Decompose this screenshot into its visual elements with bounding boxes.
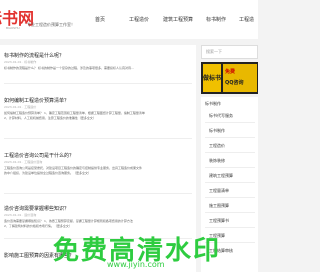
nav-item-home[interactable]: 首页 [95, 16, 105, 23]
divider [205, 227, 255, 228]
search-input[interactable]: 搜索一下 [201, 45, 258, 59]
divider [205, 167, 255, 168]
ad-right-bottom-text: QQ咨询 [225, 80, 244, 86]
nav-item-bid[interactable]: 标书制作 [206, 16, 226, 23]
logo-subtext: BIAOSHU [6, 26, 20, 30]
category-panel: 标书制作 标书代写服务 标书制作 工程造价 装饰装修 建筑工程预算 工程量清单 … [201, 97, 258, 272]
divider [205, 152, 255, 153]
article-summary-line2: 2、了解建筑材料的价格和市场行情。（更多全文） [4, 224, 72, 228]
article-meta: 2023-01-01 · 造价咨询 [4, 213, 37, 217]
article-summary-line2: 的中介组织，为建设单位提供全过程造价咨询服务。（更多全文） [4, 171, 92, 175]
category-item[interactable]: 建筑工程预算 [209, 173, 233, 179]
main-nav: 首页 工程造价 建筑工程预算 标书制作 工程造 [75, 0, 265, 39]
article-summary: 如何编制工程造价预算清单？ 1、确定工程范围和工程量清单，根据工程图纸计算工程量… [4, 111, 145, 115]
nav-item-budget[interactable]: 建筑工程预算 [163, 16, 193, 23]
article-title[interactable]: 如何编制工程造价预算清单？ [4, 97, 69, 104]
divider [205, 242, 255, 243]
article-meta: 2023-01-01 · 标书制作 [4, 60, 37, 64]
category-item[interactable]: 施工图预算 [209, 203, 229, 209]
category-item[interactable]: 工程结算审核 [209, 248, 233, 254]
divider [205, 212, 255, 213]
article-meta: 2023-01-01 · 工程造价咨询 [4, 160, 43, 164]
divider [4, 83, 192, 84]
article-summary: 标书制作的流程是什么？ 标书的制作是一个复杂的过程，涉及的事项很多，需要投标人认… [4, 66, 134, 70]
nav-item-cost-2[interactable]: 工程造 [239, 16, 254, 23]
divider [4, 138, 192, 139]
sidebar-ad-banner[interactable]: 做标书 免费 QQ咨询 [201, 62, 258, 94]
category-item[interactable]: 工程量清单 [209, 188, 229, 194]
article-title[interactable]: 影响施工图预算的因素有哪些？ [4, 252, 74, 259]
article-title[interactable]: 造价咨询需要掌握哪些知识？ [4, 205, 69, 212]
nav-item-cost[interactable]: 工程造价 [129, 16, 149, 23]
ad-right-top-text: 免费 [225, 69, 236, 75]
divider [205, 197, 255, 198]
article-summary: 工程造价咨询公司是接受委托，对建设项目工程造价的确定与控制提供专业服务，出具工程… [4, 166, 143, 170]
category-item[interactable]: 工程造价 [209, 143, 225, 149]
article-summary: 造价咨询需要掌握哪些知识？ 1、熟悉工程预算定额，掌握工程量计算规则和各项费用的… [4, 219, 133, 223]
article-title[interactable]: 工程造价咨询公司是干什么的？ [4, 152, 74, 159]
search-placeholder: 搜索一下 [206, 49, 222, 54]
category-item[interactable]: 标书代写服务 [209, 113, 233, 119]
ad-left-text: 做标书 [203, 75, 222, 82]
article-title[interactable]: 标书制作的流程是什么呢？ [4, 52, 64, 59]
category-item[interactable]: 装饰装修 [209, 158, 225, 164]
article-summary-line2: 2、计算材料、人工和机械费用，注意工程造价的准确性（更多全文） [4, 116, 96, 120]
divider [205, 122, 255, 123]
site-slogan: 专业工程造价预算工作室！ [27, 22, 75, 27]
category-item[interactable]: 工程预算 [209, 233, 225, 239]
divider [205, 182, 255, 183]
category-panel-title: 标书制作 [205, 101, 221, 106]
article-meta: 2023-01-01 · 工程造价 [4, 105, 37, 109]
site-logo[interactable]: 标书网 BIAOSHU [0, 4, 70, 34]
category-item[interactable]: 工程预算书 [209, 218, 229, 224]
article-list: 标书制作的流程是什么呢？ 2023-01-01 · 标书制作 标书制作的流程是什… [0, 45, 196, 272]
site-header: 标书网 BIAOSHU 专业工程造价预算工作室！ 首页 工程造价 建筑工程预算 … [0, 0, 258, 39]
divider [4, 193, 192, 194]
category-item[interactable]: 标书制作 [209, 128, 225, 134]
divider [205, 137, 255, 138]
divider [4, 238, 192, 239]
